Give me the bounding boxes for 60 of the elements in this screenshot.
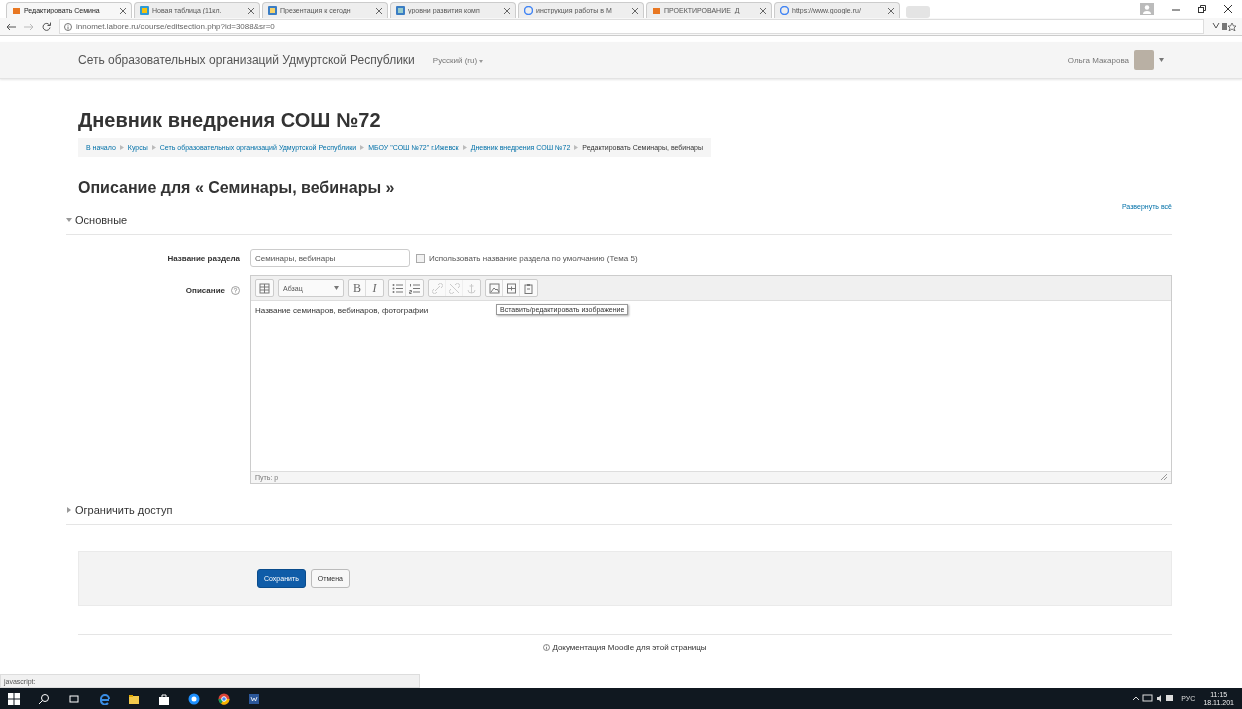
slides-icon <box>268 6 277 15</box>
close-icon[interactable] <box>1224 5 1232 13</box>
clipboard-icon <box>523 282 534 294</box>
site-name[interactable]: Сеть образовательных организаций Удмуртской Республики <box>78 53 415 67</box>
avatar <box>1134 50 1154 70</box>
tray-icons[interactable] <box>1133 694 1174 703</box>
chrome-icon[interactable] <box>218 692 230 705</box>
checkbox-label: Использовать название раздела по умолчанию (Тема 5) <box>429 253 638 263</box>
task-view-icon[interactable] <box>68 692 80 705</box>
folder-icon[interactable] <box>128 692 140 705</box>
separator-icon <box>119 145 124 150</box>
grid-icon <box>259 282 270 294</box>
form-title: Описание для « Семинары, вебинары » <box>78 179 396 197</box>
italic-button[interactable]: I <box>366 280 383 296</box>
windows-icon[interactable] <box>8 692 20 705</box>
expanded-icon <box>66 217 72 223</box>
anchor-icon <box>466 282 477 294</box>
bold-button[interactable]: B <box>349 280 366 296</box>
field-label: Описание <box>185 285 225 295</box>
separator-icon <box>360 145 365 150</box>
image-icon <box>488 282 500 294</box>
address-field[interactable]: innomet.labore.ru/course/editsection.php?id=3088&sr=0 <box>59 19 1204 34</box>
section-header[interactable]: Основные <box>66 210 1172 235</box>
resize-handle-icon[interactable] <box>1161 474 1167 480</box>
numbered-list-icon <box>409 282 420 294</box>
field-label: Название раздела <box>166 252 241 265</box>
section-header[interactable]: Ограничить доступ <box>66 500 1172 525</box>
link-icon <box>431 282 443 294</box>
page-heading: Дневник внедрения СОШ №72 <box>78 109 382 132</box>
word-icon[interactable] <box>248 692 260 705</box>
separator-icon <box>151 145 156 150</box>
search-icon[interactable] <box>38 692 50 705</box>
info-icon <box>543 644 551 651</box>
table-icon <box>140 6 149 15</box>
section-name-field[interactable]: Семинары, вебинары <box>250 249 410 267</box>
documentation-link[interactable]: Документация Moodle для этой страницы <box>543 643 707 652</box>
editor-text: Название семинаров, вебинаров, фотографии <box>255 306 429 315</box>
user-menu[interactable]: Ольга Макарова <box>1067 50 1164 70</box>
caret-icon <box>1159 58 1164 62</box>
caret-icon <box>334 286 339 290</box>
edge-icon[interactable] <box>98 692 110 705</box>
info-icon <box>64 22 72 31</box>
bag-icon[interactable] <box>158 692 170 705</box>
bullet-list-icon <box>391 282 403 294</box>
grid-button[interactable] <box>256 280 273 296</box>
separator-icon <box>462 145 467 150</box>
image-button[interactable] <box>486 280 503 296</box>
unlink-icon <box>448 282 460 294</box>
back-icon[interactable] <box>6 22 16 31</box>
slides-icon <box>396 6 405 15</box>
restore-icon[interactable] <box>1198 5 1206 13</box>
collapsed-icon <box>66 507 72 513</box>
caret-icon <box>479 59 484 63</box>
media-icon <box>505 282 517 294</box>
checkbox[interactable] <box>416 253 425 263</box>
extension-icons[interactable] <box>1212 22 1236 31</box>
reload-icon[interactable] <box>42 22 51 31</box>
close-icon[interactable] <box>120 7 126 14</box>
separator-icon <box>574 145 579 150</box>
language-menu[interactable]: Русский (ru) <box>432 55 484 65</box>
